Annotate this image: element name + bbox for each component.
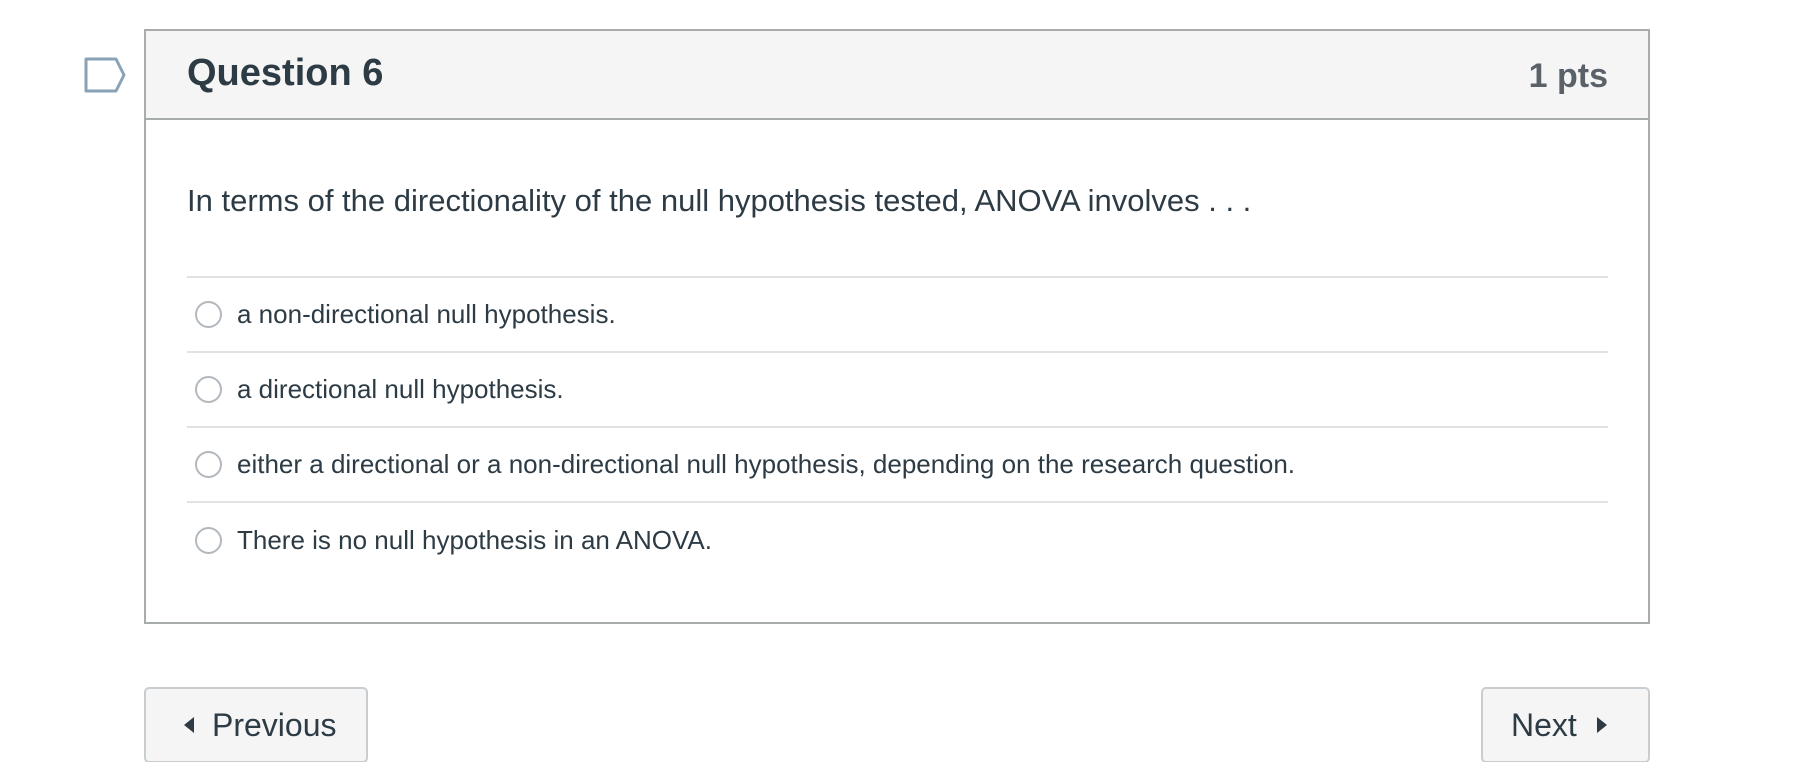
- answer-label: There is no null hypothesis in an ANOVA.: [237, 524, 712, 555]
- answer-option[interactable]: a directional null hypothesis.: [187, 353, 1608, 428]
- previous-button-label: Previous: [212, 706, 337, 743]
- answer-label: a non-directional null hypothesis.: [237, 298, 616, 329]
- flag-icon[interactable]: [84, 57, 128, 93]
- answer-option[interactable]: either a directional or a non-directiona…: [187, 428, 1608, 503]
- previous-button[interactable]: Previous: [144, 687, 368, 762]
- radio-button[interactable]: [195, 376, 222, 403]
- question-points: 1 pts: [1528, 57, 1608, 95]
- quiz-page: Question 6 1 pts In terms of the directi…: [0, 0, 1806, 762]
- caret-right-icon: [1596, 717, 1607, 733]
- question-card: Question 6 1 pts In terms of the directi…: [144, 29, 1650, 624]
- answer-option[interactable]: There is no null hypothesis in an ANOVA.: [187, 503, 1608, 578]
- radio-button[interactable]: [195, 301, 222, 328]
- question-body: In terms of the directionality of the nu…: [146, 120, 1648, 578]
- answer-label: a directional null hypothesis.: [237, 373, 564, 404]
- answer-label: either a directional or a non-directiona…: [237, 448, 1296, 479]
- radio-button[interactable]: [195, 527, 222, 554]
- caret-left-icon: [184, 717, 194, 733]
- next-button-label: Next: [1511, 706, 1577, 743]
- question-header: Question 6 1 pts: [146, 31, 1648, 120]
- answer-option[interactable]: a non-directional null hypothesis.: [187, 278, 1608, 353]
- next-button[interactable]: Next: [1481, 687, 1650, 762]
- radio-button[interactable]: [195, 451, 222, 478]
- answer-list: a non-directional null hypothesis. a dir…: [187, 276, 1608, 578]
- question-title: Question 6: [187, 52, 384, 94]
- question-text: In terms of the directionality of the nu…: [187, 183, 1252, 218]
